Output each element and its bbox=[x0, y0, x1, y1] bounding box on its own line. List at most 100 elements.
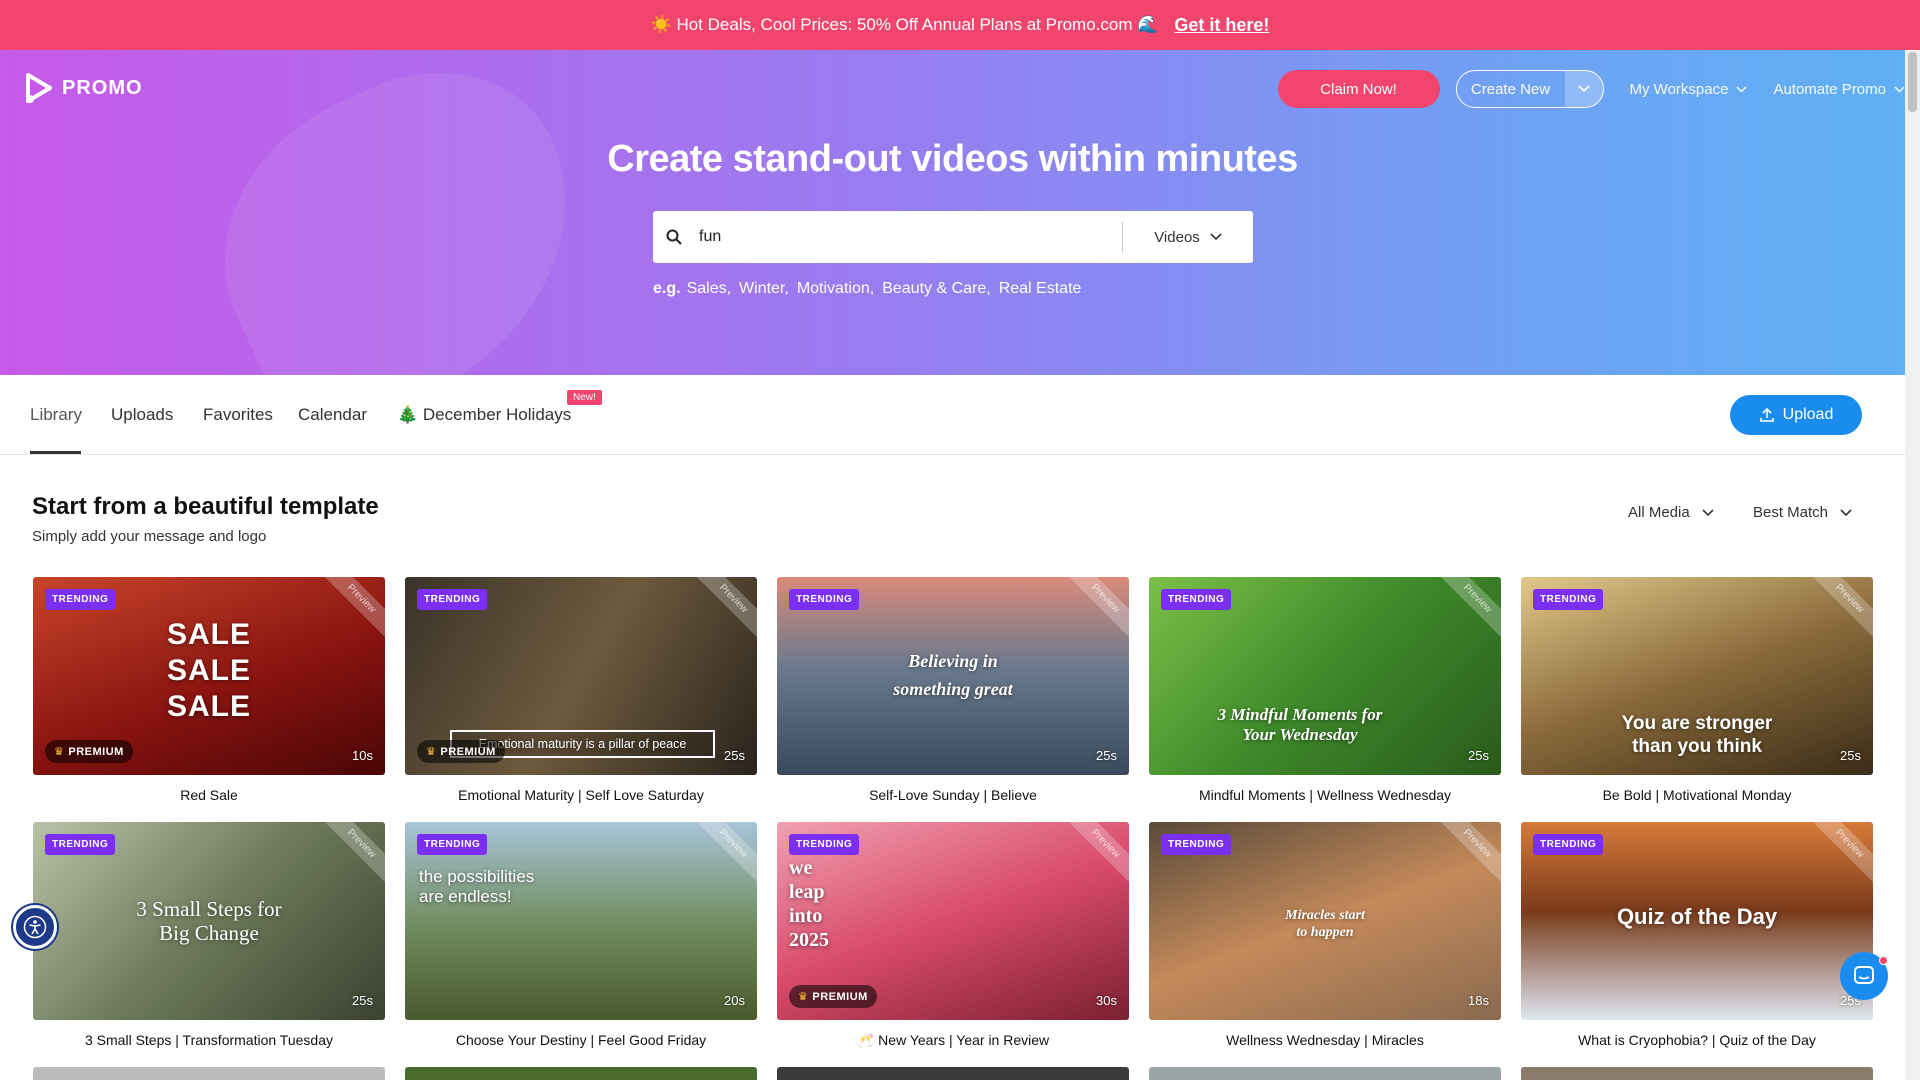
tab-library[interactable]: Library bbox=[30, 405, 82, 425]
hero-background-image bbox=[173, 50, 627, 375]
chat-notification-dot bbox=[1879, 956, 1888, 965]
media-type-label: Videos bbox=[1154, 228, 1200, 246]
template-card[interactable]: 3 Small Steps for Big Change Preview TREND… bbox=[33, 822, 385, 1048]
media-type-select[interactable]: Videos bbox=[1123, 229, 1253, 246]
template-card[interactable]: Emotional maturity is a pillar of peace P… bbox=[405, 577, 757, 803]
create-new-button[interactable]: Create New bbox=[1455, 70, 1604, 108]
example-link[interactable]: Winter, bbox=[739, 280, 789, 298]
premium-label: PREMIUM bbox=[68, 745, 124, 758]
example-link[interactable]: Real Estate bbox=[999, 280, 1082, 298]
template-card-partial[interactable] bbox=[405, 1067, 757, 1080]
preview-ribbon[interactable]: Preview bbox=[1062, 577, 1129, 642]
template-thumbnail[interactable]: 3 Small Steps for Big Change Preview TREND… bbox=[33, 822, 385, 1020]
preview-ribbon[interactable]: Preview bbox=[690, 822, 757, 887]
preview-ribbon[interactable]: Preview bbox=[1062, 822, 1129, 887]
hero-section: PROMO Claim Now! Create New My Workspace… bbox=[0, 50, 1905, 375]
my-workspace-label: My Workspace bbox=[1629, 80, 1729, 98]
template-card[interactable]: Believing in something great Preview TREND… bbox=[777, 577, 1129, 803]
template-thumbnail[interactable]: 3 Mindful Moments for Your Wednesday Prev… bbox=[1149, 577, 1501, 775]
preview-ribbon[interactable]: Preview bbox=[1806, 822, 1873, 887]
premium-badge: ♛ PREMIUM bbox=[789, 985, 877, 1008]
template-title[interactable]: Emotional Maturity | Self Love Saturday bbox=[405, 787, 757, 803]
my-workspace-menu[interactable]: My Workspace bbox=[1630, 81, 1748, 98]
template-card[interactable]: Quiz of the Day Preview TRENDING 25s What is… bbox=[1521, 822, 1873, 1048]
template-thumbnail[interactable]: You are stronger than you think Preview TR… bbox=[1521, 577, 1873, 775]
template-thumbnail[interactable]: Emotional maturity is a pillar of peace P… bbox=[405, 577, 757, 775]
example-link[interactable]: Beauty & Care, bbox=[882, 280, 991, 298]
sort-dropdown[interactable]: Best Match bbox=[1753, 504, 1852, 521]
example-link[interactable]: Sales, bbox=[687, 280, 731, 298]
automate-promo-label: Automate Promo bbox=[1773, 80, 1886, 98]
chevron-down-icon bbox=[1894, 85, 1905, 93]
duration-label: 30s bbox=[1096, 993, 1117, 1008]
page-scrollbar[interactable] bbox=[1905, 50, 1920, 1080]
template-thumbnail[interactable]: Miracles start to happen Preview TRENDING 1… bbox=[1149, 822, 1501, 1020]
preview-ribbon[interactable]: Preview bbox=[1434, 822, 1501, 887]
template-card[interactable]: the possibilities are endless! Preview TRE… bbox=[405, 822, 757, 1048]
claim-now-button[interactable]: Claim Now! bbox=[1277, 70, 1440, 108]
template-thumbnail[interactable]: the possibilities are endless! Preview TRE… bbox=[405, 822, 757, 1020]
template-card-partial[interactable] bbox=[777, 1067, 1129, 1080]
template-card[interactable]: Miracles start to happen Preview TRENDING 1… bbox=[1149, 822, 1501, 1048]
template-title[interactable]: 🥂 New Years | Year in Review bbox=[777, 1032, 1129, 1049]
template-thumbnail[interactable]: we leap into 2025 Preview TRENDING ♛ PREMIUM… bbox=[777, 822, 1129, 1020]
preview-ribbon[interactable]: Preview bbox=[1806, 577, 1873, 642]
template-card[interactable]: we leap into 2025 Preview TRENDING ♛ PREMIUM… bbox=[777, 822, 1129, 1049]
thumbnail-overlay-text: we leap into 2025 bbox=[789, 857, 829, 951]
thumbnail-overlay-text: Believing in something great bbox=[893, 651, 1013, 699]
template-title[interactable]: Choose Your Destiny | Feel Good Friday bbox=[405, 1032, 757, 1048]
thumbnail-overlay-text: Miracles start to happen bbox=[1285, 908, 1365, 940]
preview-ribbon[interactable]: Preview bbox=[690, 577, 757, 642]
crown-icon: ♛ bbox=[798, 991, 809, 1003]
promo-logo[interactable]: PROMO bbox=[24, 72, 143, 104]
section-title: Start from a beautiful template bbox=[32, 493, 379, 520]
template-thumbnail[interactable]: Quiz of the Day Preview TRENDING 25s bbox=[1521, 822, 1873, 1020]
template-title[interactable]: Wellness Wednesday | Miracles bbox=[1149, 1032, 1501, 1048]
tab-favorites[interactable]: Favorites bbox=[203, 405, 273, 425]
duration-label: 25s bbox=[352, 993, 373, 1008]
thumbnail-overlay-text: SALE SALE SALE bbox=[166, 618, 251, 723]
template-title[interactable]: What is Cryophobia? | Quiz of the Day bbox=[1521, 1032, 1873, 1048]
create-new-label: Create New bbox=[1470, 80, 1551, 98]
automate-promo-menu[interactable]: Automate Promo bbox=[1773, 81, 1905, 98]
template-card[interactable]: 3 Mindful Moments for Your Wednesday Prev… bbox=[1149, 577, 1501, 803]
preview-ribbon[interactable]: Preview bbox=[1434, 577, 1501, 642]
premium-badge: ♛ PREMIUM bbox=[45, 740, 133, 763]
tab-uploads[interactable]: Uploads bbox=[111, 405, 173, 425]
crown-icon: ♛ bbox=[54, 746, 65, 758]
section-subtitle: Simply add your message and logo bbox=[32, 528, 267, 545]
thumbnail-overlay-text: Quiz of the Day bbox=[1616, 904, 1778, 929]
preview-ribbon[interactable]: Preview bbox=[318, 822, 385, 887]
logo-text: PROMO bbox=[62, 76, 143, 99]
template-title[interactable]: Mindful Moments | Wellness Wednesday bbox=[1149, 787, 1501, 803]
promo-banner: ☀️ Hot Deals, Cool Prices: 50% Off Annua… bbox=[0, 0, 1920, 50]
accessibility-icon bbox=[23, 915, 47, 939]
media-filter-dropdown[interactable]: All Media bbox=[1628, 504, 1714, 521]
template-card[interactable]: SALE SALE SALE Preview TRENDING ♛ PREMIUM 10s… bbox=[33, 577, 385, 803]
template-title[interactable]: Self-Love Sunday | Believe bbox=[777, 787, 1129, 803]
tab-december-holidays[interactable]: 🎄 December Holidays bbox=[397, 405, 571, 425]
template-card-partial[interactable] bbox=[33, 1067, 385, 1080]
duration-label: 18s bbox=[1468, 993, 1489, 1008]
template-card-partial[interactable] bbox=[1521, 1067, 1873, 1080]
template-title[interactable]: 3 Small Steps | Transformation Tuesday bbox=[33, 1032, 385, 1048]
tab-calendar[interactable]: Calendar bbox=[298, 405, 367, 425]
template-card-partial[interactable] bbox=[1149, 1067, 1501, 1080]
search-input[interactable]: fun bbox=[695, 228, 1122, 246]
search-examples: e.g. Sales, Winter, Motivation, Beauty &… bbox=[653, 280, 1089, 298]
promo-cta-link[interactable]: Get it here! bbox=[1174, 15, 1269, 36]
template-thumbnail[interactable]: SALE SALE SALE Preview TRENDING ♛ PREMIUM 10s bbox=[33, 577, 385, 775]
accessibility-button[interactable] bbox=[13, 905, 57, 949]
create-new-dropdown[interactable] bbox=[1564, 71, 1603, 107]
crown-icon: ♛ bbox=[426, 746, 437, 758]
upload-button[interactable]: Upload bbox=[1730, 395, 1862, 435]
template-title[interactable]: Red Sale bbox=[33, 787, 385, 803]
template-card[interactable]: You are stronger than you think Preview TR… bbox=[1521, 577, 1873, 803]
template-title[interactable]: Be Bold | Motivational Monday bbox=[1521, 787, 1873, 803]
trending-badge: TRENDING bbox=[1533, 589, 1604, 610]
example-link[interactable]: Motivation, bbox=[797, 280, 874, 298]
sort-label: Best Match bbox=[1753, 504, 1829, 521]
template-thumbnail[interactable]: Believing in something great Preview TREND… bbox=[777, 577, 1129, 775]
scrollbar-thumb[interactable] bbox=[1908, 52, 1917, 112]
search-icon[interactable] bbox=[653, 229, 695, 245]
